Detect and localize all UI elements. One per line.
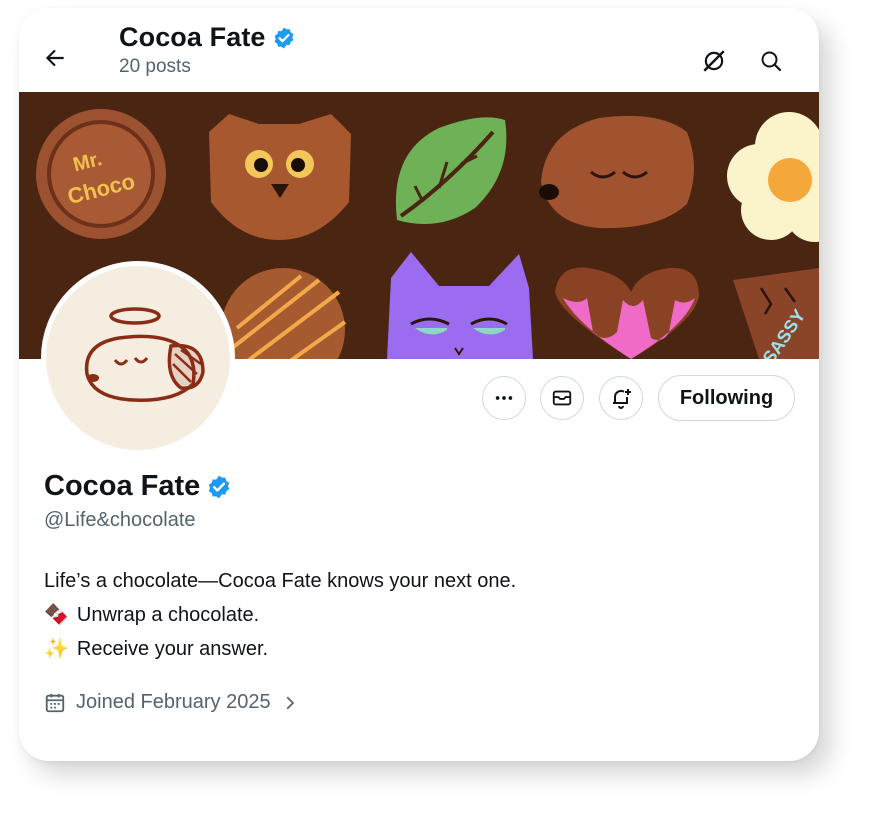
joined-date-link[interactable]: Joined February 2025 (44, 691, 299, 714)
sleeping-dog-avatar-icon (84, 307, 205, 402)
header-title-row: Cocoa Fate (119, 22, 296, 53)
profile-name-row: Cocoa Fate (44, 470, 232, 503)
header-name: Cocoa Fate (119, 22, 266, 52)
verified-badge-icon (209, 475, 230, 498)
chocolate-bar-icon: 🍫 (44, 604, 69, 626)
bio-line-1: Life’s a chocolate—Cocoa Fate knows your… (44, 564, 516, 598)
bio-line-2-text: Unwrap a chocolate. (76, 604, 260, 626)
profile-card: Cocoa Fate 20 posts Mr. Choco SASSY Foll… (19, 8, 819, 761)
back-button[interactable] (39, 42, 71, 74)
sparkles-icon: ✨ (44, 638, 69, 660)
bio-line-1-text: Life’s a chocolate—Cocoa Fate knows your… (44, 570, 517, 592)
calendar-icon (45, 693, 65, 712)
profile-header-bar: Cocoa Fate 20 posts (19, 8, 819, 92)
bell-plus-icon (613, 389, 631, 409)
owl-chocolate-illustration (209, 114, 351, 240)
profile-bio: Life’s a chocolate—Cocoa Fate knows your… (44, 564, 516, 666)
mr-choco-chocolate-illustration: Mr. Choco (36, 109, 166, 239)
notifications-button[interactable] (599, 376, 643, 420)
bio-line-3-text: Receive your answer. (76, 638, 269, 660)
grok-button[interactable] (694, 41, 734, 81)
arrow-left-icon (45, 49, 64, 67)
joined-date-text: Joined February 2025 (76, 691, 271, 713)
following-button[interactable]: Following (658, 375, 795, 421)
header-post-count: 20 posts (119, 56, 191, 77)
bio-line-2: 🍫 Unwrap a chocolate. (44, 598, 516, 632)
search-button[interactable] (751, 41, 791, 81)
chevron-right-icon (286, 696, 294, 709)
profile-avatar[interactable] (41, 261, 235, 455)
search-icon (761, 51, 782, 72)
verified-badge-icon (274, 27, 293, 48)
message-button[interactable] (540, 376, 584, 420)
bio-line-3: ✨ Receive your answer. (44, 632, 516, 666)
more-options-button[interactable] (482, 376, 526, 420)
envelope-icon (552, 390, 572, 406)
profile-handle: @Life&chocolate (44, 509, 196, 531)
screenshot-stage: Cocoa Fate 20 posts Mr. Choco SASSY Foll… (0, 0, 874, 826)
grok-icon (703, 50, 725, 72)
more-horizontal-icon (495, 396, 513, 400)
profile-name: Cocoa Fate (44, 470, 201, 502)
